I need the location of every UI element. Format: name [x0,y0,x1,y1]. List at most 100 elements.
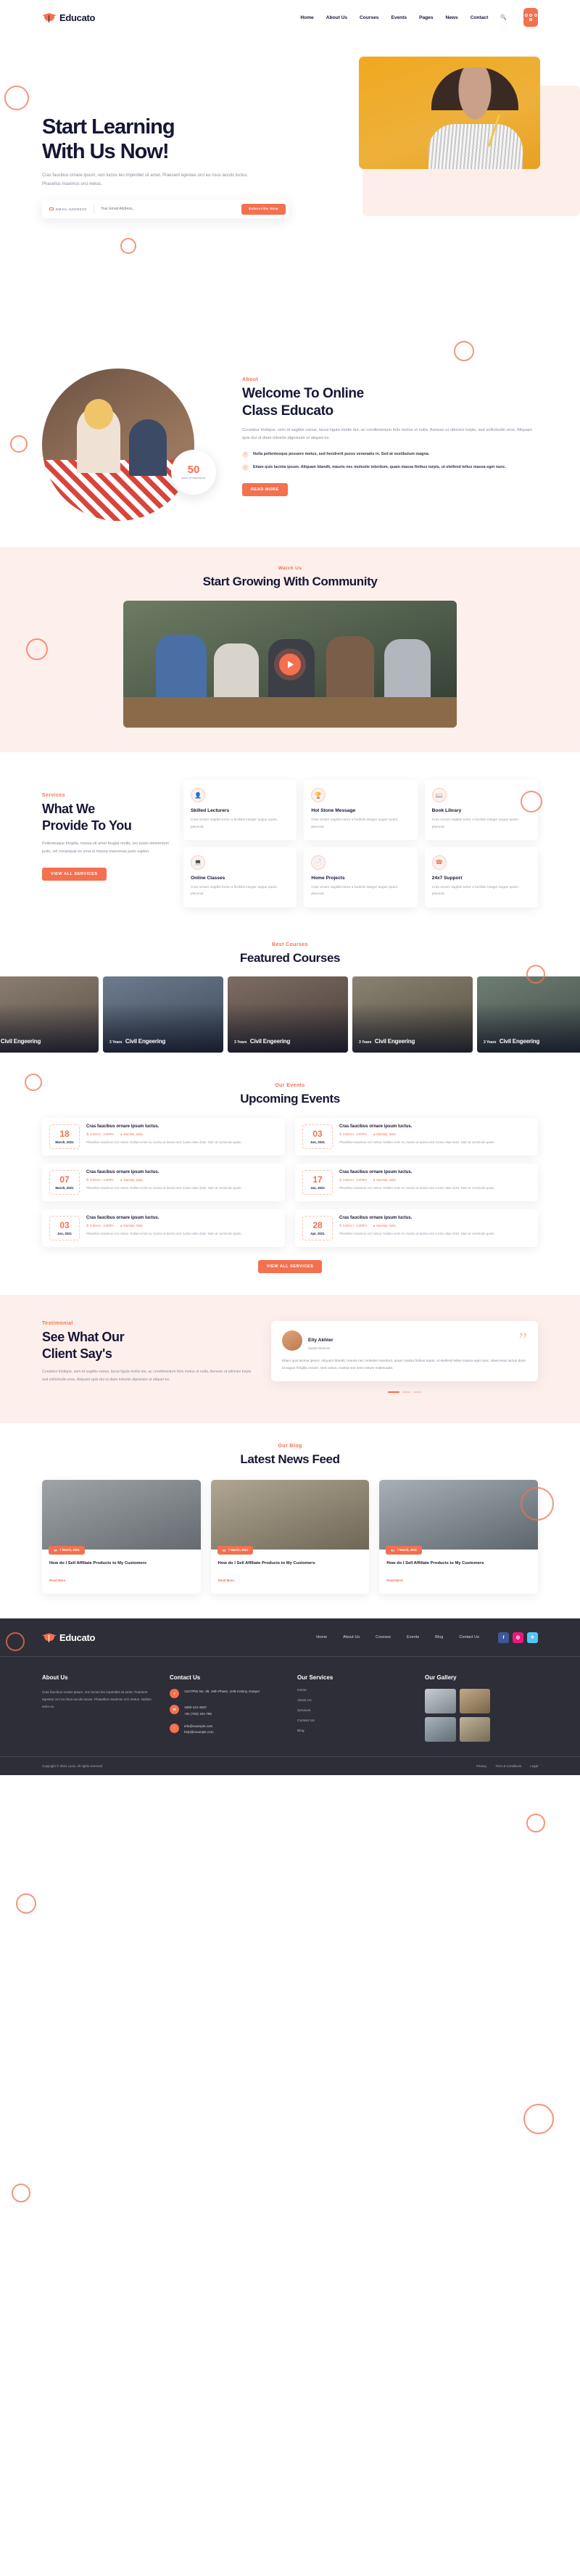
nav-item-home[interactable]: Home [300,15,313,20]
email-input[interactable] [100,207,241,212]
footer-service-blog[interactable]: Blog [297,1729,410,1733]
event-card[interactable]: 18 March, 2021 Cras faucibus ornare ipsu… [42,1118,285,1156]
search-icon[interactable]: 🔍 [500,15,507,20]
clock-icon: ⏱ 9.00Am - 3.00Pm [339,1224,367,1228]
courses-carousel[interactable]: 3 Years Civil Engeering 3 Years Civil En… [0,976,580,1053]
gallery-thumb[interactable] [459,1689,490,1714]
event-card[interactable]: 03 Jun, 2021 Cras faucibus ornare ipsum … [42,1209,285,1248]
blog-card[interactable]: 📅 7 March, 2021 How do I Sell Affiliate P… [210,1479,370,1594]
blog-date: 📅 7 March, 2021 [386,1545,423,1555]
courses-section: Best Courses Featured Courses 3 Years Ci… [0,932,580,1067]
course-card[interactable]: 3 Years Civil Engeering [352,976,473,1053]
clock-icon: ⏱ 9.00Am - 3.00Pm [86,1132,114,1137]
blog-grid: 📅 7 March, 2021 How do I Sell Affiliate P… [42,1479,538,1594]
nav-item-pages[interactable]: Pages [419,15,433,20]
services-paragraph: Pellentesque fringilla, massa sit amet f… [42,841,169,855]
email-label: EMAIL ADDRESS [49,207,87,211]
nav-item-about[interactable]: About Us [326,15,347,20]
footer-service-about[interactable]: About Us [297,1699,410,1703]
footer-service-services[interactable]: Services [297,1709,410,1713]
carousel-dot[interactable] [413,1391,421,1394]
footer-nav-events[interactable]: Events [407,1635,419,1639]
grid-menu-icon[interactable] [523,8,538,27]
event-card[interactable]: 17 Jan, 2021 Cras faucibus ornare ipsum … [295,1164,538,1202]
footer-nav-contact[interactable]: Contact Us [459,1635,479,1639]
privacy-link[interactable]: Privacy [476,1764,486,1768]
location-icon: ● Mumbai, India [373,1132,396,1137]
courses-label: Best Courses [272,942,308,947]
twitter-icon[interactable]: ✈ [527,1631,538,1643]
service-card[interactable]: 📖 Book Library Cras ornare sagittis tort… [424,780,538,840]
event-card[interactable]: 07 March, 2021 Cras faucibus ornare ipsu… [42,1164,285,1202]
community-label: Watch Us [278,566,302,571]
footer-service-contact[interactable]: Contact Us [297,1719,410,1723]
location-icon: ● [170,1689,179,1699]
monitor-icon: 💻 [191,855,205,870]
course-card[interactable]: 3 Years Civil Engeering [103,976,223,1053]
service-card[interactable]: 💻 Online Classes Cras ornare sagittis to… [183,847,297,908]
about-read-more-button[interactable]: READ MORE [242,482,288,496]
event-date: 28 Apr, 2021 [302,1216,333,1241]
event-date: 03 Jun, 2021 [302,1124,333,1150]
service-card[interactable]: 📄 Home Projects Cras ornare sagittis tor… [304,847,418,908]
footer-nav-home[interactable]: Home [316,1635,327,1639]
subscribe-button[interactable]: Subscribe Now [241,203,286,215]
event-date: 17 Jan, 2021 [302,1170,333,1196]
legal-link[interactable]: Legal [530,1764,538,1768]
about-paragraph: Curabitur tristique, sem id sagittis var… [242,427,532,441]
blog-read-more-link[interactable]: Read More [386,1579,402,1582]
nav-item-courses[interactable]: Courses [360,15,378,20]
nav-item-news[interactable]: News [446,15,458,20]
about-label: About [242,377,259,382]
social-links: f ◎ ✈ [498,1631,538,1643]
gallery-thumb[interactable] [459,1717,490,1742]
hero-section: Start Learning With Us Now! Cras faucibu… [0,35,580,340]
hero-title-line2: With Us Now! [42,140,170,164]
event-card[interactable]: 03 Jun, 2021 Cras faucibus ornare ipsum … [295,1118,538,1156]
blog-read-more-link[interactable]: Read More [49,1579,65,1582]
blog-card[interactable]: 📅 7 March, 2021 How do I Sell Affiliate P… [42,1479,201,1594]
carousel-dot[interactable] [388,1391,399,1394]
terms-link[interactable]: Term & Conditions [495,1764,521,1768]
footer-nav-blog[interactable]: Blog [435,1635,443,1639]
gallery-thumb[interactable] [425,1717,456,1742]
about-media: 50 years of experience [42,369,223,521]
view-all-services-button[interactable]: VIEW ALL SERVICES [42,867,107,881]
teacher-icon: 👤 [191,788,205,803]
events-label: Our Events [275,1082,305,1088]
service-card[interactable]: ☎ 24x7 Support Cras ornare sagittis tort… [424,847,538,908]
decor-ring [523,2104,554,2134]
facebook-icon[interactable]: f [498,1631,509,1643]
carousel-dot[interactable] [402,1391,410,1394]
site-header: Educato Home About Us Courses Events Pag… [0,0,580,35]
footer-bottom-links: Privacy Term & Conditions Legal [476,1764,538,1768]
blog-card[interactable]: 📅 7 March, 2021 How do I Sell Affiliate P… [379,1479,538,1594]
instagram-icon[interactable]: ◎ [513,1631,523,1643]
blog-label: Our Blog [278,1444,302,1449]
view-all-events-button[interactable]: VIEW ALL SERVICES [257,1260,323,1274]
event-card[interactable]: 28 Apr, 2021 Cras faucibus ornare ipsum … [295,1209,538,1248]
course-card[interactable]: 3 Years Civil Engeering [0,976,99,1053]
footer-nav: Home About Us Courses Events Blog Contac… [316,1635,479,1639]
logo[interactable]: Educato [42,12,95,23]
brand-name: Educato [59,1631,96,1643]
course-card[interactable]: 3 Years Civil Engeering [477,976,580,1053]
service-card[interactable]: 👤 Skilled Lecturers Cras ornare sagittis… [183,780,297,840]
footer-nav-about[interactable]: About Us [343,1635,360,1639]
footer-logo[interactable]: Educato [42,1631,95,1643]
mail-icon: ✉ [170,1723,179,1733]
footer-nav-courses[interactable]: Courses [376,1635,391,1639]
copyright-text: Copyright © 2021 Lucia. All rights reser… [42,1764,103,1769]
course-card[interactable]: 3 Years Civil Engeering [228,976,348,1053]
gallery-thumb[interactable] [425,1689,456,1714]
nav-item-events[interactable]: Events [391,15,407,20]
event-date: 03 Jun, 2021 [49,1216,80,1241]
carousel-dots[interactable] [271,1391,538,1394]
footer-service-home[interactable]: Home [297,1689,410,1692]
blog-image: 📅 7 March, 2021 [210,1479,370,1555]
service-card[interactable]: 🏆 Hot Stone Message Cras ornare sagittis… [304,780,418,840]
blog-read-more-link[interactable]: Read More [218,1579,234,1582]
nav-item-contact[interactable]: Contact [471,15,489,20]
play-icon[interactable] [279,653,301,675]
document-icon: 📄 [311,855,326,870]
